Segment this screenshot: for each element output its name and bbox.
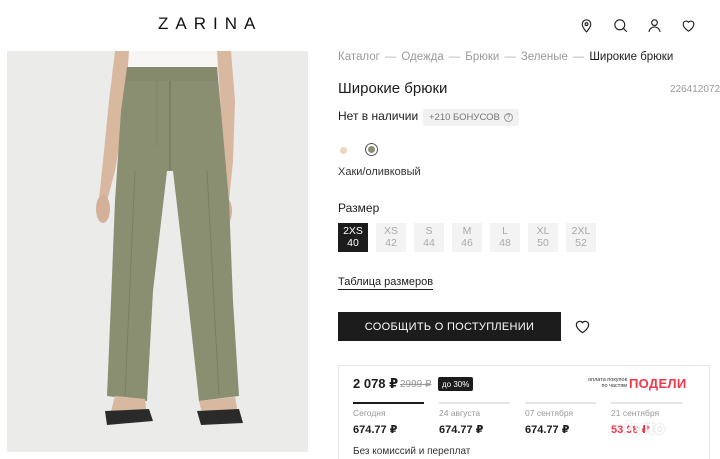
installment-date: 24 августа <box>439 408 481 418</box>
installment-progress-bar <box>525 402 596 404</box>
installment-amount: 674.77 ₽ <box>525 424 570 436</box>
old-price: 2999 ₽ <box>400 379 432 390</box>
size-option-xs[interactable]: XS 42 <box>376 223 406 252</box>
size-int: XL <box>536 225 550 237</box>
stock-status: Нет в наличии <box>338 109 419 123</box>
size-int: L <box>502 225 508 237</box>
breadcrumb-clothes[interactable]: Одежда <box>401 51 443 63</box>
avito-watermark: Avito <box>622 418 665 438</box>
breadcrumb-separator: — <box>448 51 461 63</box>
size-option-2xl[interactable]: 2XL 52 <box>566 223 596 252</box>
installment-amount: 674.77 ₽ <box>353 424 398 436</box>
bonus-label: +210 БОНУСОВ <box>429 112 500 123</box>
installment-step: 24 августа 674.77 ₽ <box>439 402 510 436</box>
podeli-note: оплата покупок по частям <box>588 377 627 389</box>
size-int: 2XL <box>571 225 591 237</box>
size-selector: 2XS 40 XS 42 S 44 M 46 L 48 XL 50 2XL 52 <box>338 223 596 252</box>
installment-progress-bar <box>611 402 682 404</box>
notify-button[interactable]: СООБЩИТЬ О ПОСТУПЛЕНИИ <box>338 312 561 341</box>
size-int: S <box>425 225 433 237</box>
color-name: Хаки/оливковый <box>338 166 421 178</box>
bonus-badge[interactable]: +210 БОНУСОВ ? <box>423 109 519 126</box>
size-table-link[interactable]: Таблица размеров <box>338 276 434 290</box>
breadcrumb-separator: — <box>504 51 516 63</box>
size-ru: 50 <box>537 237 549 249</box>
location-icon[interactable] <box>577 16 596 35</box>
installment-progress-bar <box>353 402 424 404</box>
installment-date: 21 сентября <box>611 408 660 418</box>
size-ru: 52 <box>575 237 587 249</box>
breadcrumb-separator: — <box>572 51 585 63</box>
favorite-heart-icon[interactable] <box>574 319 591 334</box>
no-fees-note: Без комиссий и переплат <box>353 446 471 457</box>
breadcrumb-pants[interactable]: Брюки <box>465 51 499 63</box>
current-price: 2 078 ₽ <box>353 376 399 391</box>
installment-widget[interactable]: 2 078 ₽ 2999 ₽ до 30% оплата покупок по … <box>338 365 710 459</box>
search-icon[interactable] <box>611 16 630 35</box>
size-int: 2XS <box>343 225 363 237</box>
installment-step: Сегодня 674.77 ₽ <box>353 402 424 436</box>
breadcrumb-current: Широкие брюки <box>589 51 674 63</box>
size-ru: 48 <box>499 237 511 249</box>
site-header: ZARINA <box>0 0 720 50</box>
breadcrumb-separator: — <box>384 51 397 63</box>
size-option-m[interactable]: M 46 <box>452 223 482 252</box>
size-label: Размер <box>338 201 380 215</box>
podeli-logo: ПОДЕЛИ <box>629 376 687 391</box>
size-ru: 44 <box>423 237 435 249</box>
product-photo[interactable] <box>7 51 308 452</box>
breadcrumb-green[interactable]: Зеленые <box>521 51 568 63</box>
size-ru: 42 <box>385 237 397 249</box>
installment-amount: 674.77 ₽ <box>439 424 484 436</box>
size-int: M <box>462 225 472 237</box>
size-option-l[interactable]: L 48 <box>490 223 520 252</box>
product-title: Широкие брюки <box>338 80 448 97</box>
size-option-2xs[interactable]: 2XS 40 <box>338 223 368 252</box>
size-ru: 40 <box>347 237 359 249</box>
color-swatch-khaki[interactable] <box>365 143 378 156</box>
breadcrumb-catalog[interactable]: Каталог <box>338 51 380 63</box>
discount-badge: до 30% <box>438 377 474 391</box>
color-swatch-khaki-dot <box>368 146 375 153</box>
product-sku: 2264120726 <box>670 84 720 95</box>
installment-date: 07 сентября <box>525 408 574 418</box>
header-icons <box>577 16 698 35</box>
size-ru: 46 <box>461 237 473 249</box>
user-icon[interactable] <box>645 16 664 35</box>
breadcrumb: Каталог — Одежда — Брюки — Зеленые — Широкие брю… <box>338 51 673 63</box>
site-logo[interactable]: ZARINA <box>158 14 262 34</box>
installment-step: 07 сентября 674.77 ₽ <box>525 402 596 436</box>
heart-icon[interactable] <box>679 16 698 35</box>
installment-progress-bar <box>439 402 510 404</box>
size-int: XS <box>383 225 398 237</box>
size-option-xl[interactable]: XL 50 <box>528 223 558 252</box>
question-icon[interactable]: ? <box>503 113 513 122</box>
color-swatch-beige[interactable] <box>340 147 347 154</box>
installment-date: Сегодня <box>353 408 386 418</box>
size-option-s[interactable]: S 44 <box>414 223 444 252</box>
